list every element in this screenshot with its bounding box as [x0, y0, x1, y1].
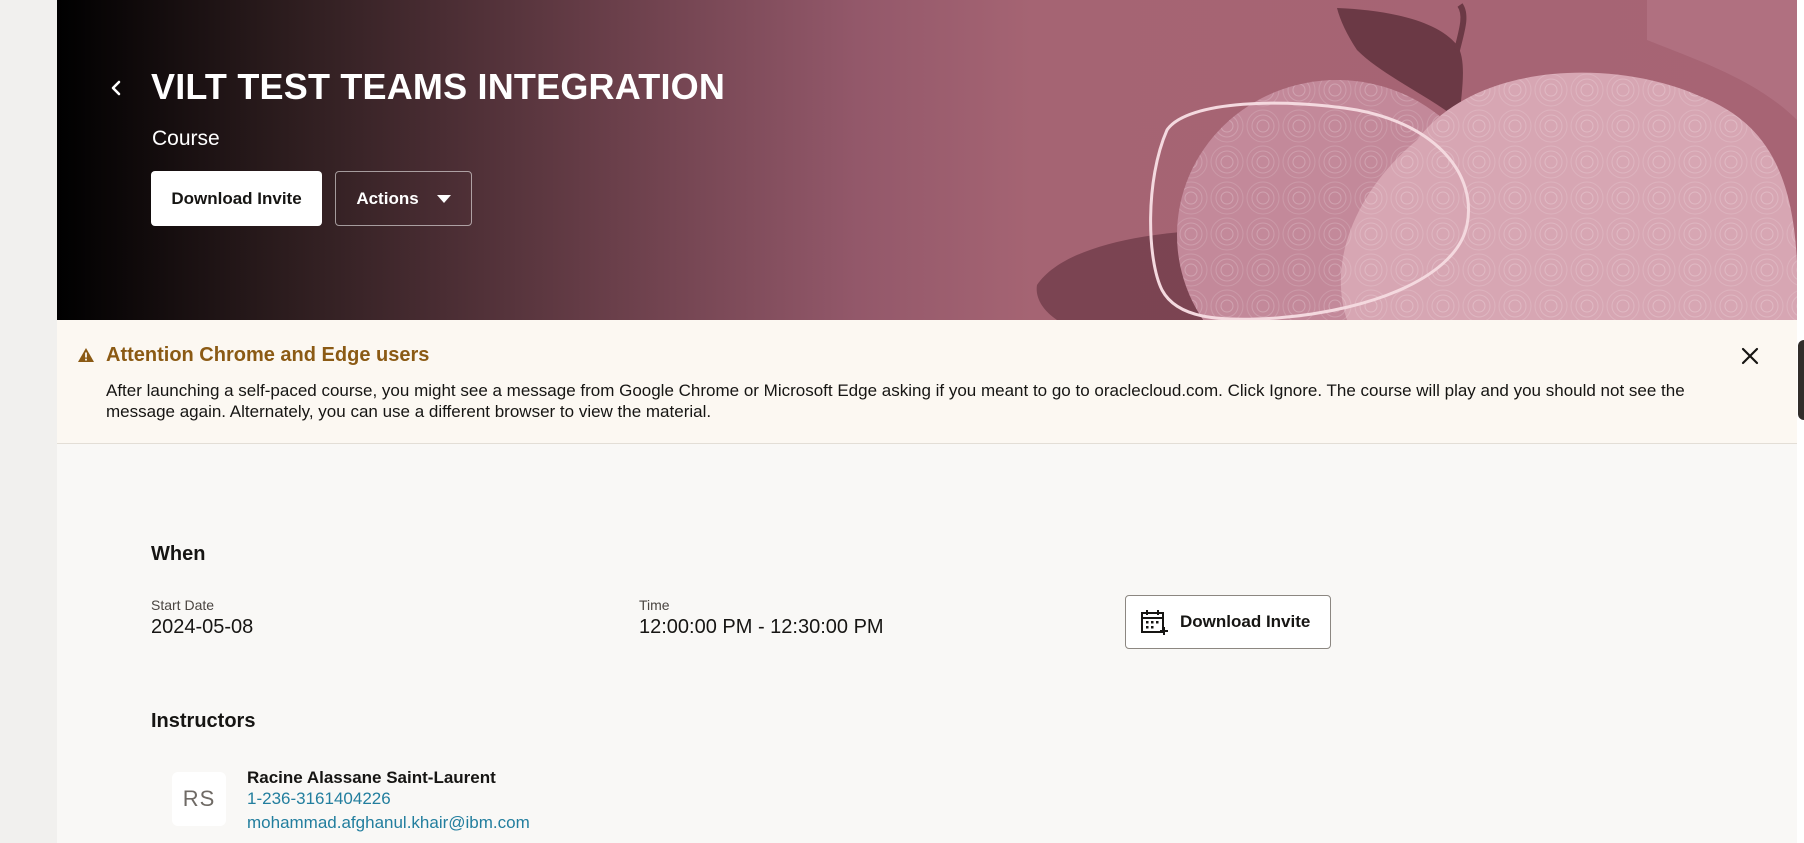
calendar-add-icon: [1141, 610, 1168, 635]
banner-message: After launching a self-paced course, you…: [106, 381, 1685, 421]
download-calendar-invite-button[interactable]: Download Invite: [1125, 595, 1331, 649]
start-date-value: 2024-05-08: [151, 616, 254, 638]
decorative-fruit-artwork: [1036, 0, 1797, 320]
actions-label: Actions: [356, 188, 419, 208]
window-edge: [1797, 0, 1804, 843]
warning-triangle-icon: [78, 348, 94, 362]
back-button[interactable]: [101, 72, 133, 104]
instructors-heading: Instructors: [151, 710, 256, 732]
instructor-email-link[interactable]: mohammad.afghanul.khair@ibm.com: [247, 813, 530, 833]
banner-title: Attention Chrome and Edge users: [106, 344, 430, 366]
start-date-label: Start Date: [151, 597, 215, 613]
when-heading: When: [151, 543, 206, 565]
download-invite-button[interactable]: Download Invite: [151, 171, 322, 226]
course-type-label: Course: [152, 127, 220, 150]
time-value: 12:00:00 PM - 12:30:00 PM: [639, 616, 884, 638]
instructor-phone-link[interactable]: 1-236-3161404226: [247, 789, 391, 809]
close-banner-button[interactable]: [1736, 342, 1764, 370]
scroll-handle[interactable]: [1798, 340, 1804, 420]
time-label: Time: [639, 597, 670, 613]
close-icon: [1741, 347, 1759, 365]
browser-warning-banner: Attention Chrome and Edge users After la…: [57, 320, 1797, 444]
avatar: RS: [172, 772, 226, 826]
instructor-name: Racine Alassane Saint-Laurent: [247, 768, 496, 787]
actions-menu-button[interactable]: Actions: [335, 171, 472, 226]
course-hero-header: VILT TEST TEAMS INTEGRATION Course Downl…: [57, 0, 1797, 320]
caret-down-icon: [436, 194, 451, 203]
chevron-left-icon: [111, 80, 121, 96]
course-title: VILT TEST TEAMS INTEGRATION: [151, 66, 726, 107]
download-invite-label: Download Invite: [1180, 612, 1311, 631]
app-page: VILT TEST TEAMS INTEGRATION Course Downl…: [57, 0, 1797, 843]
